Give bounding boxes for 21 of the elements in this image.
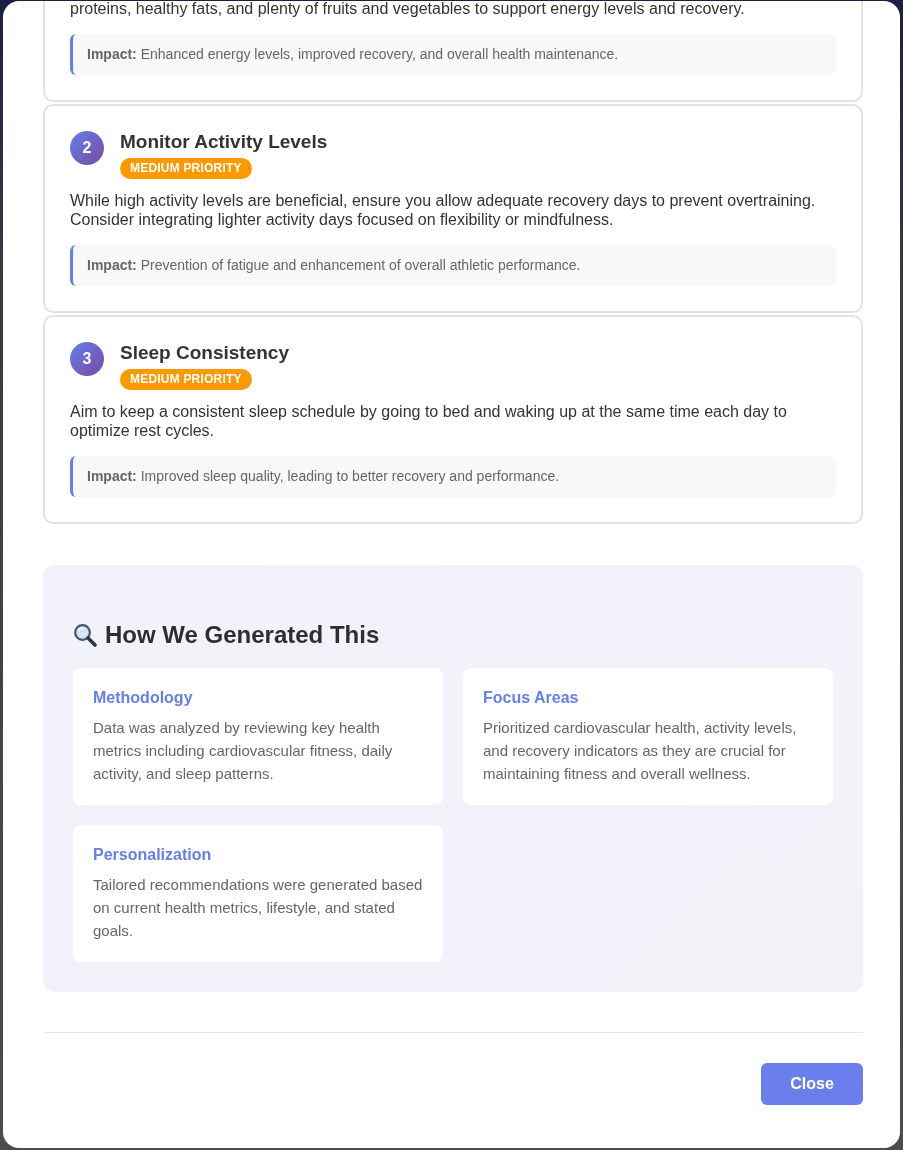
recommendation-text: proteins, healthy fats, and plenty of fruits and vegetables to support energy levels and recovery. bbox=[70, 1, 746, 18]
step-number: 3 bbox=[70, 342, 104, 376]
info-card-text: Tailored recommendations were generated based on current health metrics, lifestyle, and stated goals. bbox=[93, 875, 423, 941]
info-card-text: Data was analyzed by reviewing key health metrics including cardiovascular fitness, daily activity, and sleep patterns. bbox=[93, 718, 394, 784]
impact-note: Impact: Prevention of fatigue and enhancement of overall athletic performance. bbox=[70, 245, 836, 286]
recommendation-text: Aim to keep a consistent sleep schedule by going to bed and waking up at the same time each day to optimize rest cycles. bbox=[70, 402, 788, 440]
section-heading: How We Generated This bbox=[105, 620, 380, 650]
info-card-title: Personalization bbox=[93, 845, 213, 865]
recommendation-title: Monitor Activity Levels bbox=[120, 131, 328, 153]
step-number: 2 bbox=[70, 131, 104, 165]
info-card-title: Methodology bbox=[93, 688, 194, 708]
impact-note: Impact: Enhanced energy levels, improved recovery, and overall health maintenance. bbox=[70, 34, 836, 75]
magnifying-glass-icon bbox=[73, 622, 97, 647]
impact-note: Impact: Improved sleep quality, leading to better recovery and performance. bbox=[70, 456, 836, 497]
info-card-title: Focus Areas bbox=[483, 688, 580, 708]
recommendation-text: While high activity levels are beneficial, ensure you allow adequate recovery days to prevent overtraining. Consider integrating lighter activity days focused on flexibility or mindfulness. bbox=[70, 191, 817, 229]
priority-label: MEDIUM PRIORITY bbox=[120, 369, 252, 390]
close-button[interactable]: Close bbox=[761, 1063, 863, 1105]
info-card-text: Prioritized cardiovascular health, activity levels, and recovery indicators as they are crucial for maintaining fitness and overall wellness. bbox=[483, 718, 798, 784]
priority-label: MEDIUM PRIORITY bbox=[120, 158, 252, 179]
recommendation-title: Sleep Consistency bbox=[120, 342, 289, 364]
